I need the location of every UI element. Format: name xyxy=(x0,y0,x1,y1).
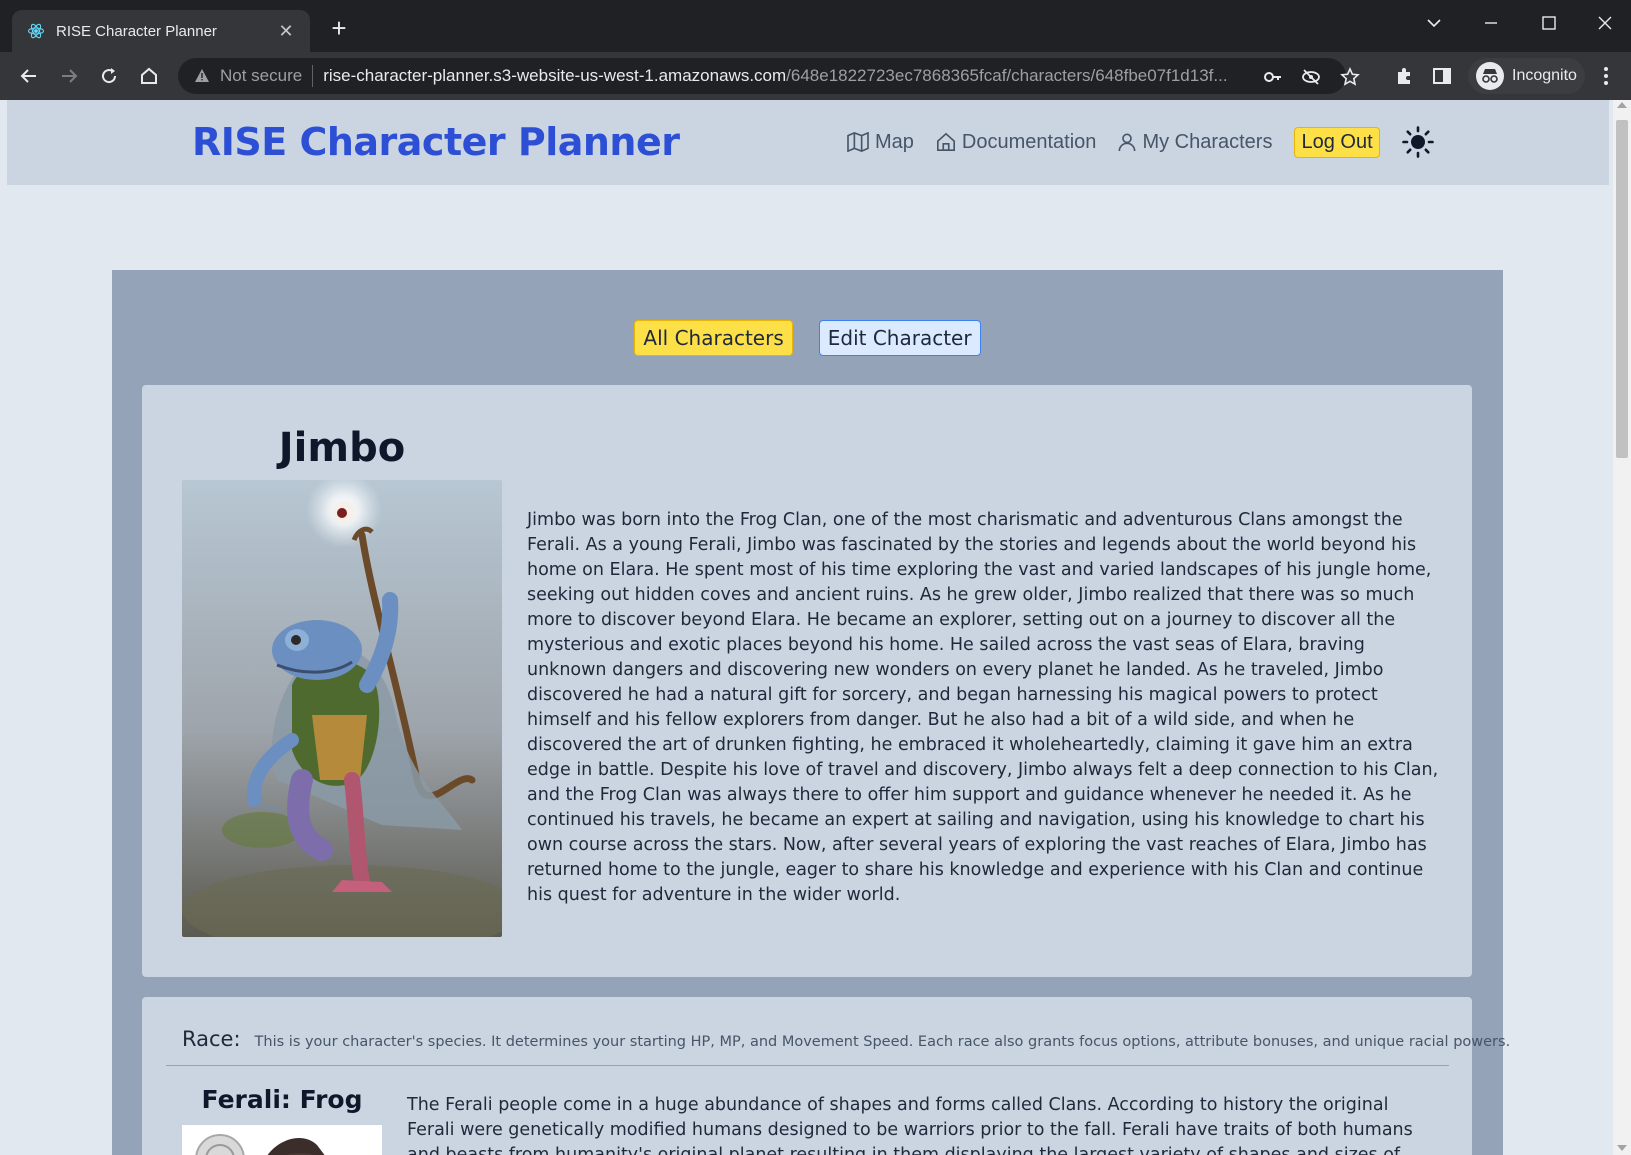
browser-toolbar: Not secure rise-character-planner.s3-web… xyxy=(0,52,1631,100)
site-header: RISE Character Planner Map Documentation… xyxy=(7,100,1609,185)
nav-documentation-label: Documentation xyxy=(961,130,1097,153)
user-icon xyxy=(1118,133,1136,152)
character-card: Jimbo Jimbo was born into the Frog Clan,… xyxy=(142,385,1472,977)
race-description: The Ferali people come in a huge abundan… xyxy=(407,1095,1413,1155)
warning-icon[interactable] xyxy=(192,66,212,86)
tab-title: RISE Character Planner xyxy=(56,22,217,40)
url-host: rise-character-planner.s3-website-us-wes… xyxy=(323,66,787,85)
race-name: Ferali: Frog xyxy=(201,1085,363,1114)
race-label: Race: xyxy=(182,1027,241,1051)
nav-map[interactable]: Map xyxy=(847,131,914,154)
character-portrait xyxy=(182,480,502,937)
new-tab-button[interactable]: + xyxy=(326,15,352,42)
react-atom-icon xyxy=(26,21,46,41)
maximize-icon[interactable] xyxy=(1527,8,1571,38)
race-header: Race: This is your character's species. … xyxy=(182,1027,1510,1051)
browser-tab[interactable]: RISE Character Planner ✕ xyxy=(12,10,310,52)
race-hint: This is your character's species. It det… xyxy=(254,1034,1511,1050)
scroll-up-arrow-icon[interactable] xyxy=(1617,102,1627,108)
character-panel: All Characters Edit Character Jimbo Jimb… xyxy=(112,270,1510,1155)
browser-tab-strip: RISE Character Planner ✕ + xyxy=(0,0,1631,52)
extensions-icon[interactable] xyxy=(1392,64,1416,88)
address-divider xyxy=(312,65,314,87)
tab-search-icon[interactable] xyxy=(1412,8,1456,38)
url-text[interactable]: rise-character-planner.s3-website-us-wes… xyxy=(323,66,1263,86)
all-characters-button[interactable]: All Characters xyxy=(634,320,793,356)
nav-my-characters-label: My Characters xyxy=(1142,130,1273,153)
incognito-profile[interactable]: Incognito xyxy=(1468,58,1585,94)
forward-icon[interactable] xyxy=(54,61,84,91)
nav-documentation[interactable]: Documentation xyxy=(936,130,1097,154)
page-scrollbar[interactable] xyxy=(1613,100,1631,1155)
reload-icon[interactable] xyxy=(94,61,124,91)
eye-slash-icon[interactable] xyxy=(1300,66,1322,88)
site-brand[interactable]: RISE Character Planner xyxy=(192,120,680,164)
scroll-thumb[interactable] xyxy=(1616,120,1628,458)
incognito-label: Incognito xyxy=(1512,67,1577,84)
back-icon[interactable] xyxy=(14,61,44,91)
main-nav: Map Documentation My Characters Log Out xyxy=(847,126,1434,158)
character-backstory: Jimbo was born into the Frog Clan, one o… xyxy=(527,510,1439,905)
url-path: /648e1822723ec7868365fcaf/characters/648… xyxy=(786,66,1228,85)
close-window-icon[interactable] xyxy=(1583,8,1627,38)
race-image xyxy=(182,1125,382,1155)
edit-character-button[interactable]: Edit Character xyxy=(818,320,981,356)
race-card: Race: This is your character's species. … xyxy=(142,997,1510,1155)
action-buttons: All Characters Edit Character xyxy=(112,320,1503,356)
menu-kebab-icon[interactable] xyxy=(1594,64,1618,88)
page-viewport: RISE Character Planner Map Documentation… xyxy=(0,100,1631,1155)
home-icon xyxy=(936,132,955,151)
star-icon[interactable] xyxy=(1339,66,1361,88)
incognito-icon xyxy=(1476,62,1504,90)
scroll-down-arrow-icon[interactable] xyxy=(1617,1145,1627,1151)
minimize-icon[interactable] xyxy=(1469,8,1513,38)
home-button-icon[interactable] xyxy=(134,61,164,91)
security-label[interactable]: Not secure xyxy=(220,66,302,86)
nav-my-characters[interactable]: My Characters xyxy=(1118,131,1272,154)
address-bar[interactable]: Not secure rise-character-planner.s3-web… xyxy=(178,58,1360,94)
nav-map-label: Map xyxy=(875,130,914,153)
race-divider xyxy=(166,1065,1449,1066)
key-icon[interactable] xyxy=(1262,66,1284,88)
close-tab-icon[interactable]: ✕ xyxy=(276,21,296,42)
map-icon xyxy=(847,132,869,152)
logout-button[interactable]: Log Out xyxy=(1294,126,1380,158)
side-panel-icon[interactable] xyxy=(1430,64,1454,88)
sun-icon[interactable] xyxy=(1401,126,1434,158)
character-name: Jimbo xyxy=(278,425,406,471)
